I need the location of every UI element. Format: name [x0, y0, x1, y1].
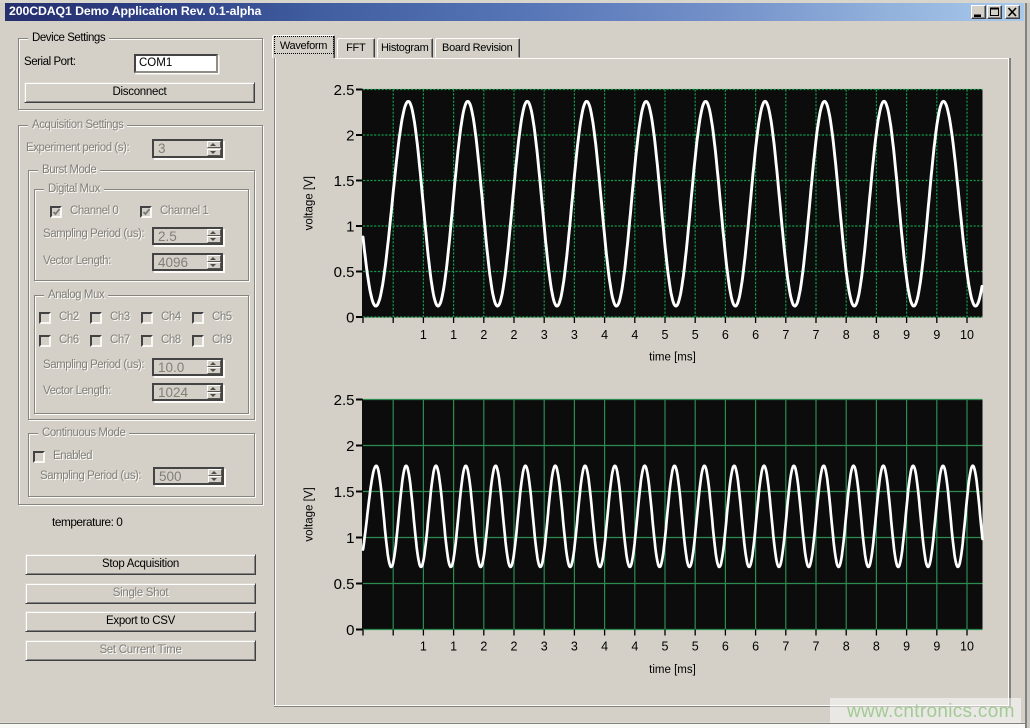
svg-text:5: 5	[662, 640, 669, 654]
svg-text:voltage [V]: voltage [V]	[304, 487, 316, 541]
svg-text:3: 3	[571, 640, 578, 654]
svg-text:9: 9	[933, 328, 940, 342]
svg-text:2: 2	[511, 328, 518, 342]
svg-text:7: 7	[782, 640, 789, 654]
svg-text:6: 6	[752, 640, 759, 654]
svg-text:5: 5	[692, 640, 699, 654]
svg-text:8: 8	[873, 328, 880, 342]
svg-text:2.5: 2.5	[334, 82, 355, 99]
svg-text:2: 2	[346, 128, 354, 145]
svg-text:8: 8	[843, 328, 850, 342]
svg-text:7: 7	[813, 640, 820, 654]
svg-text:0.5: 0.5	[334, 264, 355, 281]
svg-text:2: 2	[346, 438, 354, 455]
svg-text:5: 5	[662, 328, 669, 342]
svg-text:4: 4	[631, 640, 638, 654]
svg-text:1: 1	[420, 640, 427, 654]
svg-text:4: 4	[601, 328, 608, 342]
svg-text:10: 10	[960, 328, 974, 342]
svg-text:voltage [V]: voltage [V]	[304, 176, 316, 230]
svg-text:1.5: 1.5	[334, 484, 355, 501]
svg-text:3: 3	[571, 328, 578, 342]
svg-text:time [ms]: time [ms]	[649, 664, 696, 676]
svg-text:4: 4	[601, 640, 608, 654]
svg-text:4: 4	[631, 328, 638, 342]
svg-text:9: 9	[933, 640, 940, 654]
svg-text:1: 1	[450, 328, 457, 342]
svg-text:0: 0	[346, 622, 354, 639]
svg-text:1: 1	[450, 640, 457, 654]
svg-text:8: 8	[843, 640, 850, 654]
svg-text:5: 5	[692, 328, 699, 342]
svg-text:10: 10	[960, 640, 974, 654]
svg-text:time [ms]: time [ms]	[649, 352, 696, 364]
svg-text:7: 7	[813, 328, 820, 342]
svg-text:6: 6	[752, 328, 759, 342]
svg-text:6: 6	[722, 640, 729, 654]
svg-text:9: 9	[903, 640, 910, 654]
svg-text:2: 2	[480, 328, 487, 342]
svg-text:2.5: 2.5	[334, 392, 355, 409]
svg-text:1.5: 1.5	[334, 173, 355, 190]
svg-text:1: 1	[346, 530, 354, 547]
svg-text:3: 3	[541, 328, 548, 342]
svg-text:3: 3	[541, 640, 548, 654]
svg-text:8: 8	[873, 640, 880, 654]
svg-text:2: 2	[480, 640, 487, 654]
svg-text:2: 2	[511, 640, 518, 654]
svg-text:0.5: 0.5	[334, 576, 355, 593]
svg-text:7: 7	[782, 328, 789, 342]
svg-text:0: 0	[346, 310, 354, 327]
svg-text:1: 1	[420, 328, 427, 342]
svg-text:9: 9	[903, 328, 910, 342]
svg-text:1: 1	[346, 219, 354, 236]
svg-text:6: 6	[722, 328, 729, 342]
